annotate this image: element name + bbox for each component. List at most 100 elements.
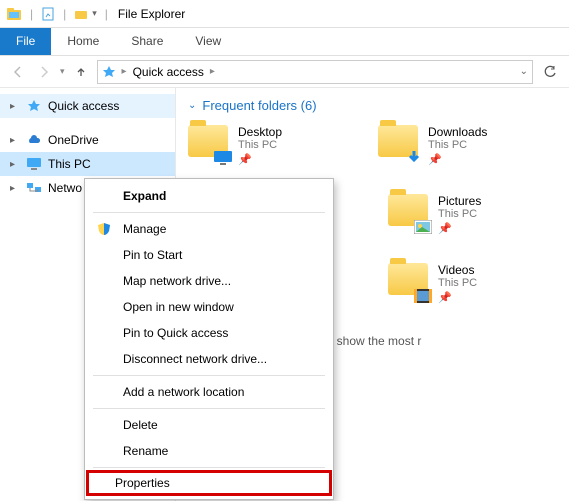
pin-icon: 📌	[438, 291, 477, 304]
separator	[93, 375, 325, 376]
qat-new-folder-icon[interactable]	[74, 7, 88, 21]
ctx-label: Expand	[123, 189, 166, 203]
shield-icon	[95, 221, 113, 237]
tree-label: Netwo	[48, 181, 82, 195]
folder-name: Downloads	[428, 125, 487, 139]
ctx-label: Manage	[123, 222, 166, 236]
forward-button[interactable]	[34, 62, 54, 82]
folder-sub: This PC	[438, 208, 481, 220]
ctx-manage[interactable]: Manage	[87, 216, 331, 242]
qat-properties-icon[interactable]	[41, 7, 55, 21]
blank-icon	[95, 273, 113, 289]
file-explorer-icon	[6, 6, 22, 22]
tree-label: OneDrive	[48, 133, 99, 147]
chevron-right-icon[interactable]: ▸	[210, 66, 215, 77]
separator	[93, 467, 325, 468]
address-dropdown-icon[interactable]: ⌄	[520, 66, 528, 77]
section-title: Frequent folders (6)	[202, 98, 316, 113]
blank-icon	[95, 299, 113, 315]
qat-dropdown-icon[interactable]: ▾	[92, 8, 97, 19]
ctx-label: Rename	[123, 444, 168, 458]
ribbon-tabs: File Home Share View	[0, 28, 569, 56]
chevron-down-icon: ⌄	[188, 100, 196, 111]
folder-icon	[388, 194, 430, 232]
tree-this-pc[interactable]: ▸ This PC	[0, 152, 175, 176]
pin-icon: 📌	[438, 222, 481, 235]
ctx-disconnect-drive[interactable]: Disconnect network drive...	[87, 346, 331, 372]
folder-icon	[388, 263, 430, 301]
breadcrumb-root[interactable]: Quick access	[133, 65, 204, 79]
cloud-icon	[26, 132, 42, 148]
refresh-button[interactable]	[539, 61, 561, 83]
blank-icon	[95, 443, 113, 459]
blank-icon	[95, 325, 113, 341]
chevron-right-icon[interactable]: ▸	[10, 135, 20, 146]
separator	[93, 408, 325, 409]
separator: |	[105, 7, 108, 21]
ctx-label: Add a network location	[123, 385, 244, 399]
up-button[interactable]	[71, 62, 91, 82]
ctx-pin-quick-access[interactable]: Pin to Quick access	[87, 320, 331, 346]
blank-icon	[95, 417, 113, 433]
ctx-pin-start[interactable]: Pin to Start	[87, 242, 331, 268]
video-overlay-icon	[414, 289, 432, 303]
ctx-rename[interactable]: Rename	[87, 438, 331, 464]
title-bar: | | ▾ | File Explorer	[0, 0, 569, 28]
back-button[interactable]	[8, 62, 28, 82]
separator	[93, 212, 325, 213]
address-bar[interactable]: ▸ Quick access ▸ ⌄	[97, 60, 533, 84]
network-icon	[26, 180, 42, 196]
ctx-label: Properties	[115, 476, 170, 490]
ctx-expand[interactable]: Expand	[87, 183, 331, 209]
navigation-bar: ▾ ▸ Quick access ▸ ⌄	[0, 56, 569, 88]
tree-quick-access[interactable]: ▸ Quick access	[0, 94, 175, 118]
section-frequent-folders[interactable]: ⌄ Frequent folders (6)	[188, 98, 557, 113]
picture-overlay-icon	[414, 220, 432, 234]
ctx-delete[interactable]: Delete	[87, 412, 331, 438]
ctx-open-new-window[interactable]: Open in new window	[87, 294, 331, 320]
separator: |	[63, 7, 66, 21]
desktop-overlay-icon	[214, 151, 232, 165]
blank-icon	[95, 188, 113, 204]
chevron-right-icon[interactable]: ▸	[10, 183, 20, 194]
monitor-icon	[26, 156, 42, 172]
tab-share[interactable]: Share	[115, 28, 179, 55]
recent-locations-dropdown[interactable]: ▾	[60, 66, 65, 77]
folder-icon	[188, 125, 230, 163]
tab-file[interactable]: File	[0, 28, 51, 55]
folder-icon	[378, 125, 420, 163]
ctx-label: Delete	[123, 418, 158, 432]
star-icon	[26, 98, 42, 114]
tree-label: This PC	[48, 157, 91, 171]
ctx-label: Map network drive...	[123, 274, 231, 288]
blank-icon	[95, 384, 113, 400]
ctx-properties[interactable]: Properties	[87, 471, 331, 495]
download-arrow-icon	[406, 149, 422, 165]
tree-label: Quick access	[48, 99, 119, 113]
tab-view[interactable]: View	[179, 28, 237, 55]
tree-onedrive[interactable]: ▸ OneDrive	[0, 128, 175, 152]
pin-icon: 📌	[428, 153, 487, 166]
blank-icon	[95, 351, 113, 367]
folder-sub: This PC	[428, 139, 487, 151]
ctx-map-drive[interactable]: Map network drive...	[87, 268, 331, 294]
ctx-add-network-location[interactable]: Add a network location	[87, 379, 331, 405]
ctx-label: Pin to Quick access	[123, 326, 228, 340]
chevron-right-icon[interactable]: ▸	[122, 66, 127, 77]
folder-name: Pictures	[438, 194, 481, 208]
tab-home[interactable]: Home	[51, 28, 115, 55]
chevron-right-icon[interactable]: ▸	[10, 101, 20, 112]
folder-downloads[interactable]: Downloads This PC 📌	[378, 125, 528, 166]
quick-access-star-icon	[102, 65, 116, 79]
folder-pictures[interactable]: Pictures This PC 📌	[388, 194, 538, 235]
folder-desktop[interactable]: Desktop This PC 📌	[188, 125, 338, 166]
ctx-label: Open in new window	[123, 300, 234, 314]
context-menu: Expand Manage Pin to Start Map network d…	[84, 178, 334, 500]
window-title: File Explorer	[118, 7, 185, 21]
chevron-right-icon[interactable]: ▸	[10, 159, 20, 170]
quick-access-toolbar: | | ▾ |	[6, 6, 112, 22]
separator: |	[30, 7, 33, 21]
folder-videos[interactable]: Videos This PC 📌	[388, 263, 538, 304]
ctx-label: Disconnect network drive...	[123, 352, 267, 366]
ctx-label: Pin to Start	[123, 248, 182, 262]
